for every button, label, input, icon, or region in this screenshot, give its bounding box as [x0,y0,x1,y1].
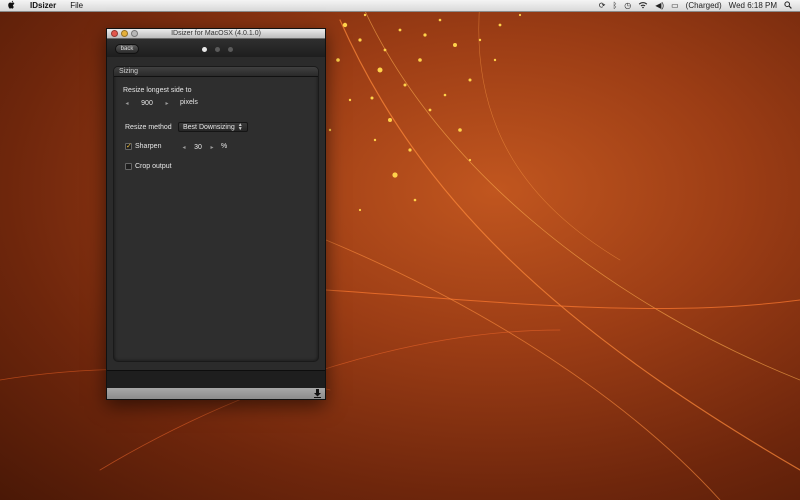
sync-icon[interactable]: ⟳ [599,1,606,10]
resize-unit-label: pixels [180,99,198,106]
decrement-sharpen-button[interactable]: ◂ [180,144,188,151]
close-window-button[interactable] [111,30,118,37]
wifi-icon[interactable] [638,1,648,11]
download-icon[interactable] [313,389,322,398]
select-arrows-icon: ▲ ▼ [237,122,243,132]
sharpen-checkbox[interactable]: ✓ [125,143,132,150]
increment-size-button[interactable]: ▸ [163,100,171,107]
menu-file[interactable]: File [70,1,83,10]
sharpen-stepper: ◂ 30 ▸ [180,142,216,152]
sizing-panel-header: Sizing [114,67,318,77]
page-dot-3[interactable] [228,47,233,52]
minimize-window-button[interactable] [121,30,128,37]
back-button[interactable]: back [115,44,139,54]
menu-bar: IDsizer File ⟳ ᛒ ◷ ◀) ▭ (Charged) Wed 6:… [0,0,800,12]
window-toolbar: back [107,39,325,57]
battery-icon[interactable]: ▭ [671,1,679,10]
window-title: IDsizer for MacOSX (4.0.1.0) [171,30,261,37]
app-window: IDsizer for MacOSX (4.0.1.0) back Sizing… [106,28,326,400]
volume-icon[interactable]: ◀) [655,1,664,10]
time-machine-icon[interactable]: ◷ [624,1,631,10]
status-bar [107,370,325,388]
crop-output-label: Crop output [135,163,172,170]
bottom-bar [107,388,325,399]
resize-size-stepper: ◂ 900 ▸ [123,98,171,108]
apple-icon[interactable] [8,0,22,11]
decrement-size-button[interactable]: ◂ [123,100,131,107]
zoom-window-button[interactable] [131,30,138,37]
page-dot-2[interactable] [215,47,220,52]
increment-sharpen-button[interactable]: ▸ [208,144,216,151]
sharpen-value[interactable]: 30 [188,144,208,151]
sizing-panel: Sizing Resize longest side to ◂ 900 ▸ pi… [113,66,319,362]
resize-method-select[interactable]: Best Downsizing ▲ ▼ [178,122,248,132]
resize-size-value[interactable]: 900 [131,100,163,107]
bluetooth-icon[interactable]: ᛒ [612,1,617,10]
window-titlebar[interactable]: IDsizer for MacOSX (4.0.1.0) [107,29,325,39]
resize-method-value: Best Downsizing [183,123,235,131]
menu-app-name[interactable]: IDsizer [30,1,56,10]
crop-output-checkbox[interactable] [125,163,132,170]
battery-status: (Charged) [685,1,722,10]
resize-method-label: Resize method [125,124,172,131]
sharpen-label: Sharpen [135,143,162,150]
spotlight-search-icon[interactable] [784,0,792,11]
page-indicator [202,47,233,52]
resize-longest-side-label: Resize longest side to [123,87,192,94]
page-dot-1[interactable] [202,47,207,52]
menubar-clock[interactable]: Wed 6:18 PM [729,1,777,10]
sharpen-unit-label: % [221,143,228,150]
